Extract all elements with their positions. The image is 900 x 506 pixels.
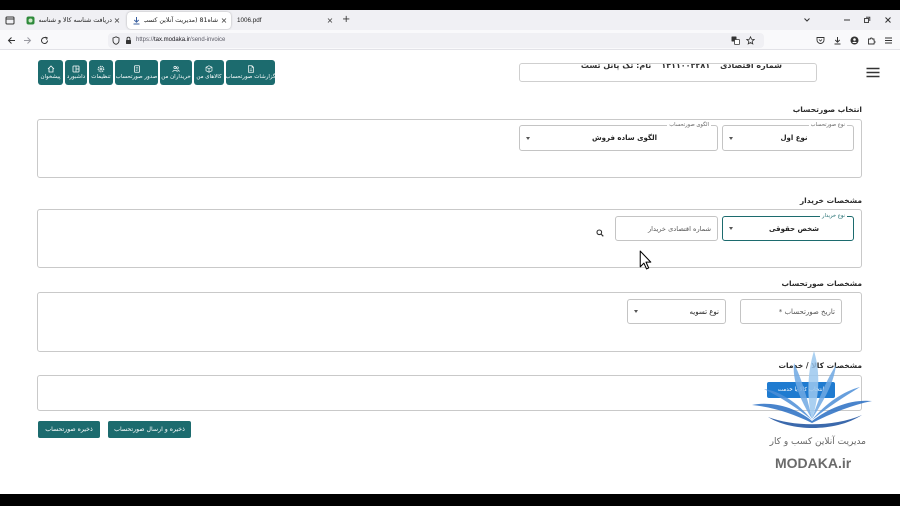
search-icon[interactable] — [596, 229, 604, 237]
tab-title: 1006.pdf — [237, 17, 262, 24]
url-host: tax.modaka.ir — [154, 37, 191, 43]
invoice-type-select[interactable]: نوع صورتحساب نوع اول — [722, 122, 854, 151]
account-icon[interactable] — [850, 36, 859, 45]
invoice-pattern-select[interactable]: الگوی صورتحساب الگوی ساده فروش — [519, 122, 718, 151]
toolbar-button-home[interactable]: پیشخوان — [38, 60, 63, 85]
minimize-icon[interactable] — [843, 16, 851, 24]
taxpayer-info-line: شماره اقتصادی ۱۴۱۱۰۰۳۲۸۱ نام: تک پانل تس… — [580, 63, 782, 75]
bookmark-star-icon[interactable] — [746, 36, 755, 45]
caret-down-icon — [729, 136, 733, 140]
tab-close-icon[interactable]: × — [326, 12, 334, 29]
toolbar-button-dashboard[interactable]: داشبورد — [65, 60, 87, 85]
caret-down-icon — [729, 227, 733, 230]
restore-icon[interactable] — [863, 16, 871, 24]
toolbar-button-settings[interactable]: تنظیمات — [89, 60, 113, 85]
section-title-buyer: مشخصات خریدار — [799, 196, 862, 205]
tab-close-icon[interactable]: × — [113, 12, 121, 29]
taxpayer-info-box: شماره اقتصادی ۱۴۱۱۰۰۳۲۸۱ نام: تک پانل تس… — [519, 63, 817, 82]
toolbar-button-label: پیشخوان — [40, 74, 61, 80]
invoice-details-panel — [37, 292, 862, 352]
pocket-icon[interactable] — [816, 36, 825, 45]
forward-arrow-icon[interactable] — [23, 36, 32, 45]
extensions-icon[interactable] — [867, 36, 876, 45]
report-icon — [247, 65, 254, 73]
invoice-icon — [133, 65, 140, 73]
toolbar-button-issue-invoice[interactable]: صدور صورتحساب — [115, 60, 158, 85]
browser-tab-active[interactable]: شاه81 (مدیریت آنلاین کسب و کا × — [127, 12, 231, 29]
section-title-invoice-details: مشخصات صورتحساب — [781, 279, 862, 288]
toolbar-button-label: گزارشات صورتحساب — [225, 74, 276, 80]
browser-menu-icon[interactable] — [884, 36, 893, 45]
box-icon — [205, 65, 213, 73]
invoice-pattern-value: الگوی ساده فروش — [592, 134, 657, 142]
buyer-type-select[interactable]: نوع خریدار شخص حقوقی — [722, 213, 854, 241]
toolbar-button-my-goods[interactable]: کالاهای من — [194, 60, 224, 85]
hamburger-menu-icon[interactable] — [866, 67, 880, 78]
watermark-tagline: مدیریت آنلاین کسب و کار — [769, 437, 866, 447]
taxpayer-name: نام: تک پانل تست — [580, 63, 652, 70]
url-path: /send-invoice — [190, 37, 226, 43]
tab-title: شاه81 (مدیریت آنلاین کسب و کا — [144, 17, 218, 24]
chevron-down-icon[interactable] — [803, 16, 811, 24]
caret-down-icon — [526, 136, 530, 140]
toolbar-button-my-buyers[interactable]: خریداران من — [160, 60, 192, 85]
reload-icon[interactable] — [40, 36, 49, 45]
url-text[interactable]: https://tax.modaka.ir/send-invoice — [136, 33, 225, 48]
gear-icon — [97, 65, 105, 73]
browser-tab[interactable]: دریافت شناسه کالا و شناسه خد × — [22, 12, 122, 29]
economic-code-value: ۱۴۱۱۰۰۳۲۸۱ — [661, 63, 711, 70]
toolbar-button-label: صدور صورتحساب — [115, 74, 158, 80]
toolbar-button-label: داشبورد — [66, 74, 86, 80]
translate-icon[interactable] — [731, 36, 740, 45]
tab-title: دریافت شناسه کالا و شناسه خد — [39, 17, 112, 24]
tab-close-icon[interactable]: × — [220, 12, 228, 29]
toolbar-button-label: کالاهای من — [196, 74, 222, 80]
close-window-icon[interactable] — [884, 16, 892, 24]
modaka-logo-icon — [752, 351, 872, 428]
buyer-type-value: شخص حقوقی — [768, 224, 820, 233]
items-panel — [37, 375, 862, 411]
back-arrow-icon[interactable] — [7, 36, 16, 45]
dashboard-icon — [72, 65, 80, 73]
shield-icon[interactable] — [112, 36, 120, 45]
settlement-type-select[interactable]: نوع تسویه — [627, 299, 726, 324]
invoice-date-input[interactable] — [740, 299, 842, 324]
downloads-icon[interactable] — [833, 36, 842, 45]
toolbar-button-invoice-reports[interactable]: گزارشات صورتحساب — [225, 60, 276, 85]
save-and-send-invoice-button[interactable]: ذخیره و ارسال صورتحساب — [108, 421, 191, 438]
mouse-cursor-icon — [639, 250, 652, 270]
toolbar-button-label: تنظیمات — [91, 74, 111, 80]
site-logo-icon — [26, 16, 35, 25]
lock-icon[interactable] — [125, 36, 132, 45]
browser-tab[interactable]: 1006.pdf × — [232, 12, 336, 29]
watermark-brand: MODAKA.ir — [775, 455, 852, 471]
settlement-type-value: نوع تسویه — [689, 307, 719, 316]
users-icon — [172, 66, 180, 73]
economic-code-label: شماره اقتصادی — [720, 63, 782, 70]
section-title-invoice-selection: انتخاب صورتحساب — [792, 105, 862, 114]
download-icon — [133, 17, 140, 25]
url-scheme: https:// — [136, 37, 155, 43]
save-invoice-button[interactable]: ذخیره صورتحساب — [38, 421, 100, 438]
new-tab-button[interactable]: + — [342, 10, 350, 30]
home-icon — [47, 65, 54, 73]
tab-list-icon[interactable] — [5, 15, 15, 25]
caret-down-icon — [634, 310, 638, 313]
toolbar-button-label: خریداران من — [161, 74, 191, 80]
buyer-economic-code-input[interactable] — [615, 216, 718, 241]
invoice-type-value: نوع اول — [780, 134, 808, 142]
